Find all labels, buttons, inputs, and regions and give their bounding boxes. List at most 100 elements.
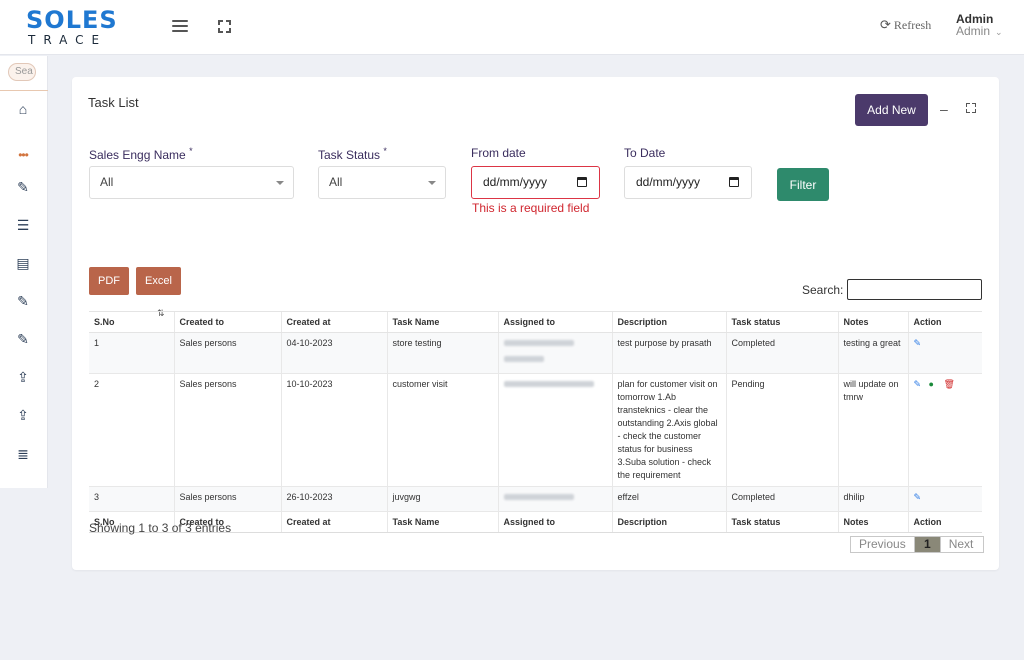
from-date-label: From date — [471, 146, 526, 160]
column-header[interactable]: Created at — [280, 311, 387, 333]
cell-action: ✎ — [907, 486, 982, 512]
current-page-button[interactable]: 1 — [915, 537, 940, 552]
cell-description: plan for customer visit on tomorrow 1.Ab… — [611, 373, 726, 487]
expand-icon[interactable] — [966, 103, 976, 113]
task-status-select[interactable]: All — [318, 166, 446, 199]
logo-wordmark: SOLES — [26, 6, 118, 34]
caret-down-icon — [276, 181, 284, 185]
sidebar-divider — [0, 90, 48, 91]
column-header[interactable]: S.No — [89, 311, 174, 333]
collapse-icon[interactable]: – — [940, 101, 948, 117]
blurred-name — [503, 340, 574, 346]
column-header[interactable]: Task status — [725, 311, 838, 333]
column-footer: Assigned to — [497, 511, 612, 533]
from-date-value: dd/mm/yyyy — [483, 175, 548, 189]
table-row: 1 Sales persons 04-10-2023 store testing… — [89, 332, 982, 374]
cell-task-name: store testing — [386, 332, 498, 374]
cell-description: effzel — [611, 486, 726, 512]
sidebar: Sea ⌂ ••• ✎ ☰ ▤ ✎ ✎ ⇪ ⇪ ≣ — [0, 56, 48, 488]
fullscreen-icon[interactable] — [218, 20, 231, 33]
server-icon[interactable]: ☰ — [14, 217, 32, 233]
column-header[interactable]: Notes — [837, 311, 908, 333]
page-title: Task List — [88, 95, 139, 110]
table-info: Showing 1 to 3 of 3 entries — [89, 521, 232, 535]
add-new-button[interactable]: Add New — [855, 94, 928, 126]
column-header[interactable]: Assigned to — [497, 311, 612, 333]
cell-action: ✎ ● 🗑 — [907, 373, 982, 487]
cell-assigned-to — [497, 332, 612, 374]
cell-sno: 1 — [89, 332, 174, 374]
more-dots-icon[interactable]: ••• — [14, 147, 32, 163]
edit-icon[interactable]: ✎ — [914, 337, 926, 350]
home-icon[interactable]: ⌂ — [14, 101, 32, 117]
column-header[interactable]: Created to — [173, 311, 281, 333]
search-label: Search: — [802, 283, 844, 297]
next-page-button[interactable]: Next — [939, 537, 983, 552]
sales-trace-logo[interactable]: SOLES TRACE — [26, 6, 118, 48]
cell-created-to: Sales persons — [173, 486, 281, 512]
task-table: S.No Created to Created at Task Name Ass… — [89, 311, 982, 533]
previous-page-button[interactable]: Previous — [851, 537, 915, 552]
filter-button[interactable]: Filter — [777, 168, 829, 201]
to-date-value: dd/mm/yyyy — [636, 175, 701, 189]
sidebar-search-input[interactable]: Sea — [8, 63, 36, 81]
edit-icon[interactable]: ✎ — [14, 293, 32, 309]
pdf-export-button[interactable]: PDF — [89, 267, 129, 295]
cell-status: Completed — [725, 486, 838, 512]
column-header[interactable]: Task Name — [386, 311, 498, 333]
refresh-label: Refresh — [893, 18, 932, 32]
caret-down-icon — [428, 181, 436, 185]
sales-engg-select[interactable]: All — [89, 166, 294, 199]
blurred-name — [503, 381, 594, 387]
sales-engg-value: All — [100, 175, 114, 189]
top-bar: SOLES TRACE ⟳ Refresh Admin Admin ⌄ — [0, 0, 1024, 55]
calendar-icon[interactable] — [577, 177, 587, 187]
edit-icon[interactable]: ✎ — [914, 378, 926, 391]
cell-created-at: 04-10-2023 — [280, 332, 387, 374]
from-date-input[interactable]: dd/mm/yyyy — [471, 166, 600, 199]
cell-status: Pending — [725, 373, 838, 487]
upload-icon[interactable]: ⇪ — [14, 369, 32, 385]
cell-assigned-to — [497, 486, 612, 512]
table-header-row: S.No Created to Created at Task Name Ass… — [89, 311, 982, 333]
pagination: Previous 1 Next — [850, 536, 984, 553]
column-header[interactable]: Description — [611, 311, 726, 333]
refresh-icon: ⟳ — [880, 17, 891, 32]
logo-subtitle: TRACE — [28, 33, 108, 47]
cell-notes: dhilip — [837, 486, 908, 512]
trash-icon[interactable]: 🗑 — [944, 378, 956, 391]
column-footer: Notes — [837, 511, 908, 533]
edit-icon[interactable]: ✎ — [14, 331, 32, 347]
cell-sno: 2 — [89, 373, 174, 487]
table-row: 2 Sales persons 10-10-2023 customer visi… — [89, 373, 982, 487]
excel-export-button[interactable]: Excel — [136, 267, 181, 295]
cell-sno: 3 — [89, 486, 174, 512]
column-footer: Task Name — [386, 511, 498, 533]
task-status-value: All — [329, 175, 343, 189]
cell-task-name: customer visit — [386, 373, 498, 487]
edit-icon[interactable]: ✎ — [914, 491, 926, 504]
column-footer: Description — [611, 511, 726, 533]
table-search-input[interactable] — [847, 279, 982, 300]
table-row: 3 Sales persons 26-10-2023 juvgwg effzel… — [89, 486, 982, 512]
from-date-error: This is a required field — [472, 201, 590, 215]
column-footer: Task status — [725, 511, 838, 533]
task-list-card: Task List Add New – Sales Engg Name * Al… — [72, 77, 999, 570]
check-circle-icon[interactable]: ● — [929, 378, 941, 391]
chevron-down-icon: ⌄ — [995, 27, 1003, 37]
to-date-label: To Date — [624, 146, 666, 160]
refresh-button[interactable]: ⟳ Refresh — [880, 17, 931, 33]
calendar-icon[interactable] — [729, 177, 739, 187]
blurred-name — [503, 494, 574, 500]
menu-toggle-icon[interactable] — [172, 20, 188, 34]
user-role: Admin — [956, 24, 991, 38]
to-date-input[interactable]: dd/mm/yyyy — [624, 166, 752, 199]
cell-created-to: Sales persons — [173, 373, 281, 487]
list-icon[interactable]: ≣ — [14, 446, 32, 462]
blurred-name — [503, 356, 544, 362]
upload-icon[interactable]: ⇪ — [14, 407, 32, 423]
newspaper-icon[interactable]: ▤ — [14, 255, 32, 271]
column-header[interactable]: Action — [907, 311, 982, 333]
edit-icon[interactable]: ✎ — [14, 179, 32, 195]
user-menu[interactable]: Admin Admin ⌄ — [956, 13, 1003, 38]
